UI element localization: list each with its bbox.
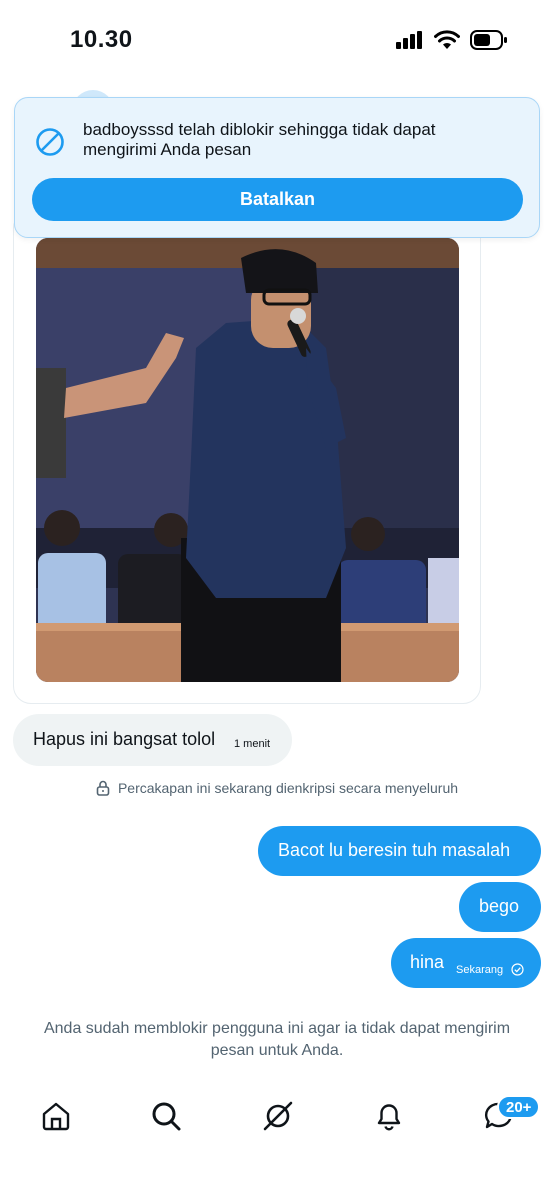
sent-message-text: hina [410,952,445,972]
sent-message-bubble[interactable]: bego [459,882,541,932]
message-photo[interactable] [36,238,459,682]
cellular-signal-icon [396,31,422,49]
encryption-notice: Percakapan ini sekarang dienkripsi secar… [0,780,554,796]
messages-badge: 20+ [497,1095,541,1119]
blocked-icon [36,128,64,156]
wifi-icon [434,30,460,49]
status-time: 10.30 [70,26,133,53]
received-message-bubble[interactable]: Hapus ini bangsat tolol 1 menit [13,714,292,766]
sent-message-text: bego [479,896,520,916]
sent-check-icon [511,963,524,976]
encryption-notice-text: Percakapan ini sekarang dienkripsi secar… [117,780,459,796]
nav-grok[interactable] [258,1096,298,1136]
bottom-navigation [0,1080,554,1160]
blocked-banner: badboysssd telah diblokir sehingga tidak… [14,97,540,238]
blocked-notice: Anda sudah memblokir pengguna ini agar i… [43,1020,511,1059]
status-icons [396,30,508,50]
nav-notifications[interactable] [369,1096,409,1136]
undo-block-button[interactable]: Batalkan [32,178,523,221]
photo-illustration [36,238,459,682]
grok-icon [263,1101,293,1131]
sent-message-text: Bacot lu beresin tuh masalah [278,840,511,860]
status-bar: 10.30 [0,0,554,84]
sent-message-bubble[interactable]: Bacot lu beresin tuh masalah [258,826,541,876]
battery-icon [470,30,507,50]
nav-home[interactable] [36,1096,76,1136]
sent-message-time: Sekarang [456,964,504,976]
received-message-text: Hapus ini bangsat tolol [33,729,216,749]
notifications-icon [377,1104,401,1131]
sent-message-bubble[interactable]: hina Sekarang [391,938,541,988]
banner-message: badboysssd telah diblokir sehingga tidak… [83,120,436,159]
nav-search[interactable] [146,1096,186,1136]
search-icon [152,1102,181,1131]
home-icon [42,1102,70,1131]
lock-icon [96,780,110,796]
received-message-time: 1 menit [234,738,271,750]
